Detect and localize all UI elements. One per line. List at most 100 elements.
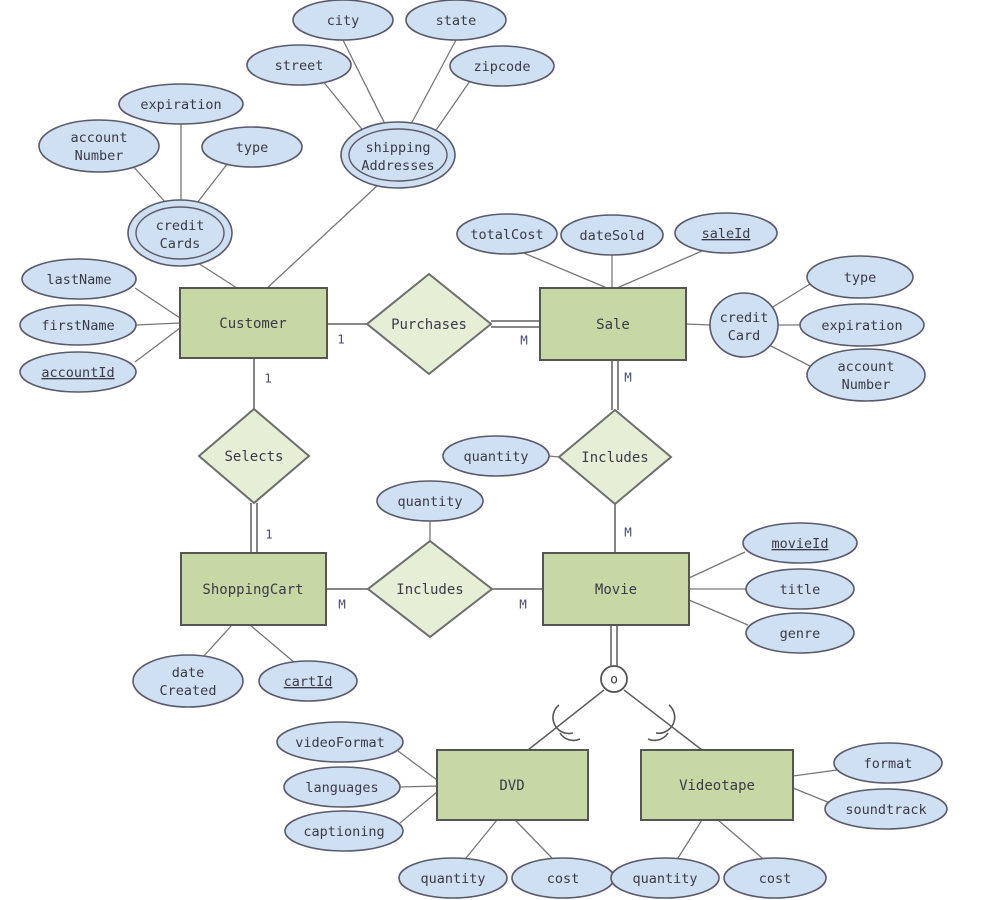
edge-quantity-includes-sale bbox=[548, 455, 560, 458]
attribute-languages-label: languages bbox=[305, 780, 378, 796]
er-diagram-canvas: city state street zipcode shipping Addre… bbox=[0, 0, 987, 900]
attribute-movieid-label: movieId bbox=[772, 536, 829, 552]
specialization-symbol-overlapping[interactable]: o bbox=[600, 665, 628, 693]
attribute-cartid[interactable]: cartId bbox=[258, 660, 358, 702]
attribute-genre[interactable]: genre bbox=[745, 612, 855, 654]
attribute-saleid[interactable]: saleId bbox=[674, 212, 778, 254]
entity-videotape[interactable]: Videotape bbox=[640, 749, 794, 821]
entity-dvd[interactable]: DVD bbox=[436, 749, 589, 821]
entity-movie-label: Movie bbox=[595, 582, 637, 598]
attribute-datesold[interactable]: dateSold bbox=[560, 214, 664, 256]
edge-sale-creditcard bbox=[685, 323, 711, 326]
attribute-languages[interactable]: languages bbox=[283, 766, 401, 808]
attribute-genre-label: genre bbox=[780, 626, 821, 642]
attribute-soundtrack-videotape[interactable]: soundtrack bbox=[824, 788, 948, 830]
attribute-expiration-sale-label: expiration bbox=[821, 318, 902, 334]
attribute-movieid[interactable]: movieId bbox=[742, 522, 858, 564]
attribute-accountnumber-sale-line1: account bbox=[838, 359, 895, 375]
relationship-selects[interactable]: Selects bbox=[197, 407, 311, 505]
attribute-shipping-addresses[interactable]: shipping Addresses bbox=[340, 121, 456, 189]
attribute-videoformat[interactable]: videoFormat bbox=[276, 721, 404, 763]
attribute-quantity-dvd-label: quantity bbox=[420, 871, 485, 887]
edge-cart-datecreated bbox=[202, 624, 233, 658]
attribute-quantity-includes-cart[interactable]: quantity bbox=[376, 480, 484, 522]
cardinality-customer-purchases: 1 bbox=[337, 332, 345, 347]
attribute-quantity-is-label: quantity bbox=[463, 449, 528, 465]
attribute-firstname-label: firstName bbox=[41, 318, 114, 334]
attribute-expiration-creditcards[interactable]: expiration bbox=[118, 83, 244, 125]
attribute-zipcode-label: zipcode bbox=[474, 59, 531, 75]
attribute-credit-cards[interactable]: credit Cards bbox=[127, 199, 233, 267]
relationship-selects-label: Selects bbox=[224, 449, 283, 465]
edge-accountid-customer bbox=[134, 327, 181, 363]
relationship-includes-cart-label: Includes bbox=[396, 582, 463, 598]
cardinality-customer-selects: 1 bbox=[264, 371, 272, 386]
entity-movie[interactable]: Movie bbox=[542, 552, 690, 626]
attribute-totalcost[interactable]: totalCost bbox=[456, 213, 558, 255]
attribute-creditcard-sale-line1: credit bbox=[720, 310, 769, 326]
edge-firstname-customer bbox=[135, 322, 181, 326]
attribute-captioning[interactable]: captioning bbox=[284, 810, 404, 852]
entity-sale-label: Sale bbox=[596, 317, 630, 333]
attribute-cost-dvd[interactable]: cost bbox=[511, 857, 615, 899]
edge-creditcards-customer bbox=[197, 262, 241, 291]
attribute-datecreated[interactable]: date Created bbox=[132, 654, 244, 708]
entity-dvd-label: DVD bbox=[499, 778, 524, 794]
edge-saleid-sale bbox=[616, 250, 703, 289]
attribute-street[interactable]: street bbox=[246, 44, 352, 86]
relationship-purchases[interactable]: Purchases bbox=[365, 272, 493, 376]
attribute-lastname[interactable]: lastName bbox=[21, 258, 137, 300]
entity-shoppingcart-label: ShoppingCart bbox=[202, 582, 303, 598]
entity-sale[interactable]: Sale bbox=[539, 287, 687, 361]
attribute-street-label: street bbox=[275, 58, 324, 74]
attribute-city-label: city bbox=[327, 13, 360, 29]
subset-arc-dvd bbox=[552, 704, 574, 735]
attribute-accountnumber-cc-line1: account bbox=[71, 130, 128, 146]
attribute-format-videotape[interactable]: format bbox=[833, 742, 943, 784]
attribute-creditcards-line2: Cards bbox=[160, 236, 201, 252]
attribute-state-label: state bbox=[436, 13, 477, 29]
cardinality-includes-movie: M bbox=[624, 525, 632, 540]
attribute-type-creditcards[interactable]: type bbox=[201, 126, 303, 168]
attribute-city[interactable]: city bbox=[292, 0, 394, 41]
attribute-cost-videotape[interactable]: cost bbox=[723, 857, 827, 899]
attribute-quantity-includes-sale[interactable]: quantity bbox=[442, 435, 550, 477]
attribute-accountid[interactable]: accountId bbox=[19, 351, 137, 393]
attribute-saleid-label: saleId bbox=[702, 226, 751, 242]
attribute-quantity-vhs-label: quantity bbox=[632, 871, 697, 887]
attribute-totalcost-label: totalCost bbox=[470, 227, 543, 243]
edge-totalcost-sale bbox=[518, 250, 608, 289]
attribute-cost-vhs-label: cost bbox=[759, 871, 792, 887]
attribute-accountid-label: accountId bbox=[41, 365, 114, 381]
edge-shipping-customer bbox=[264, 184, 379, 291]
relationship-includes-cart-movie[interactable]: Includes bbox=[366, 539, 494, 639]
attribute-quantity-videotape[interactable]: quantity bbox=[610, 857, 720, 899]
entity-videotape-label: Videotape bbox=[679, 778, 755, 794]
attribute-accountnumber-sale-line2: Number bbox=[842, 377, 891, 393]
edge-zipcode-shipping bbox=[431, 80, 471, 137]
attribute-quantity-dvd[interactable]: quantity bbox=[398, 857, 508, 899]
attribute-state[interactable]: state bbox=[405, 0, 507, 41]
attribute-title[interactable]: title bbox=[745, 568, 855, 610]
relationship-includes-sale-movie[interactable]: Includes bbox=[557, 408, 673, 506]
cardinality-sale-includes: M bbox=[624, 370, 632, 385]
cardinality-includes-movie-2: M bbox=[519, 597, 527, 612]
attribute-expiration-sale[interactable]: expiration bbox=[799, 303, 925, 347]
attribute-type-sale[interactable]: type bbox=[806, 255, 914, 299]
attribute-zipcode[interactable]: zipcode bbox=[449, 45, 555, 87]
relationship-includes-sale-label: Includes bbox=[581, 450, 648, 466]
attribute-accountnumber-sale[interactable]: account Number bbox=[806, 348, 926, 402]
edge-spec-dvd bbox=[527, 689, 605, 751]
cardinality-selects-shoppingcart: 1 bbox=[265, 527, 273, 542]
attribute-firstname[interactable]: firstName bbox=[19, 304, 137, 346]
attribute-creditcard-sale[interactable]: credit Card bbox=[709, 292, 779, 358]
entity-customer[interactable]: Customer bbox=[179, 287, 328, 359]
entity-customer-label: Customer bbox=[219, 316, 286, 332]
edge-accountnumber-creditcards bbox=[131, 164, 167, 204]
attribute-soundtrack-label: soundtrack bbox=[845, 802, 926, 818]
attribute-accountnumber-creditcards[interactable]: account Number bbox=[38, 119, 160, 173]
entity-shoppingcart[interactable]: ShoppingCart bbox=[180, 552, 327, 626]
cardinality-purchases-sale: M bbox=[520, 333, 528, 348]
attribute-type-sale-label: type bbox=[844, 270, 877, 286]
attribute-datecreated-line1: date bbox=[172, 665, 205, 681]
